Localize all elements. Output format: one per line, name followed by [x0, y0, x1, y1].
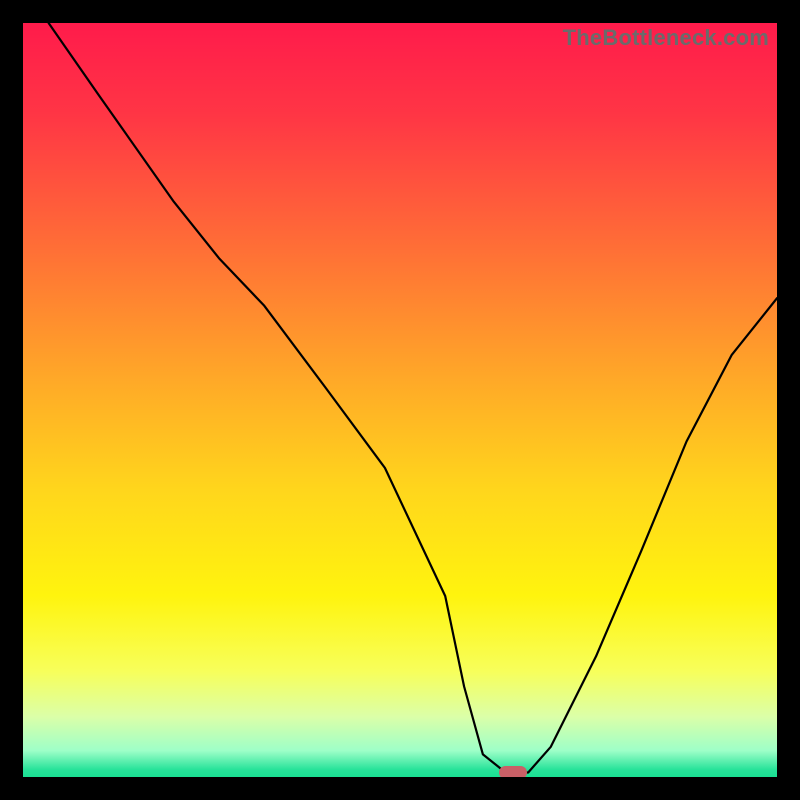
watermark-label: TheBottleneck.com: [563, 25, 769, 51]
optimal-point-marker: [499, 766, 527, 777]
chart-background: [23, 23, 777, 777]
chart-frame: TheBottleneck.com: [0, 0, 800, 800]
chart-plot-area: TheBottleneck.com: [23, 23, 777, 777]
chart-svg: [23, 23, 777, 777]
